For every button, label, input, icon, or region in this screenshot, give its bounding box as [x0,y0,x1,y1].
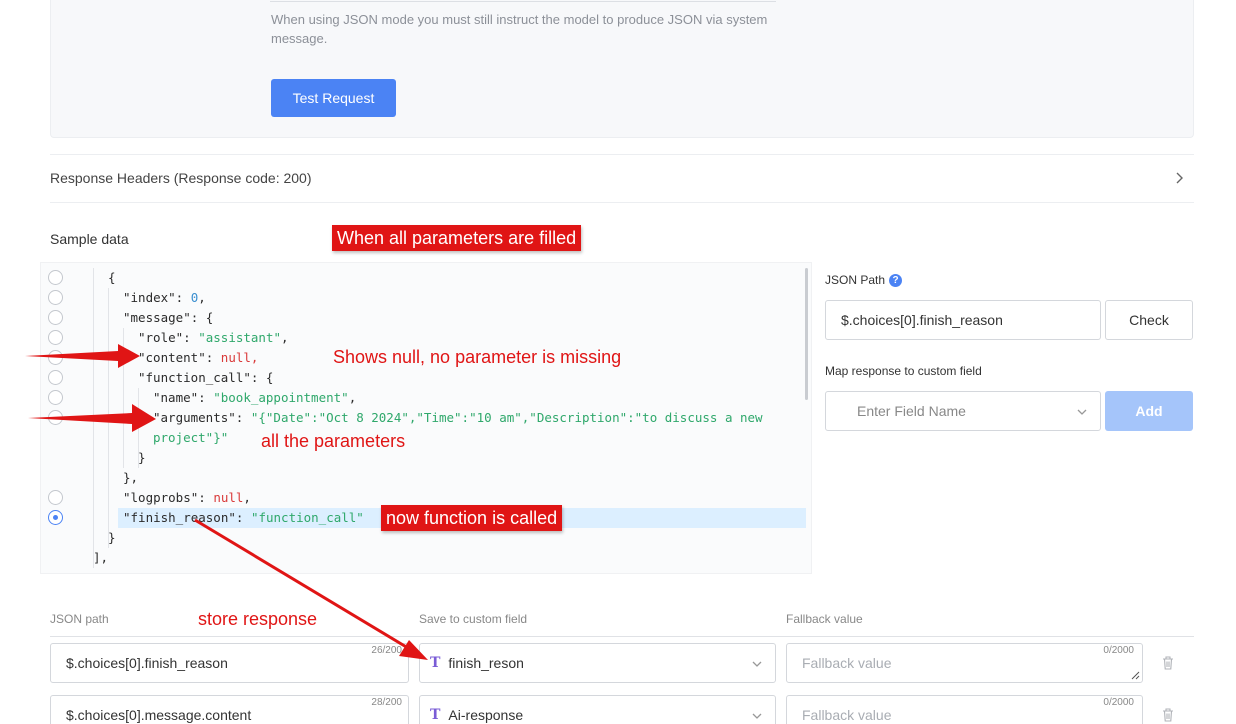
annotation-arrows [25,344,428,660]
arrow-to-content [25,344,140,368]
arrow-to-custom-field [194,518,428,660]
arrow-to-arguments [28,404,156,432]
